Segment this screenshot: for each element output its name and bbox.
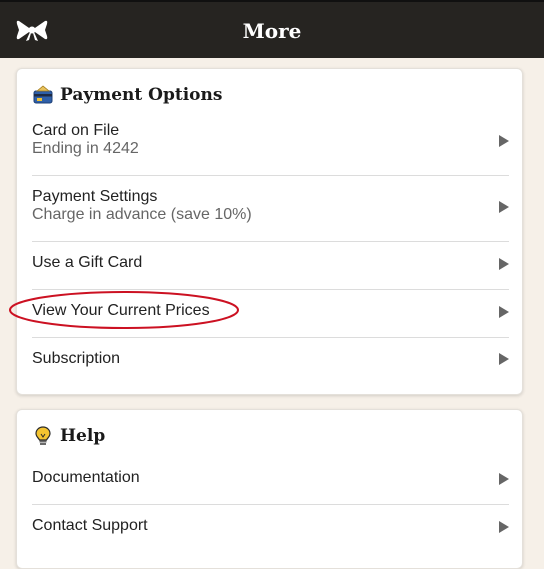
- chevron-right-icon: [499, 135, 509, 147]
- page-title: More: [242, 19, 302, 43]
- card-on-file-sublabel: Ending in 4242: [32, 140, 139, 157]
- gift-card-item[interactable]: Use a Gift Card: [32, 253, 509, 277]
- contact-support-label: Contact Support: [32, 517, 148, 534]
- top-app-bar: More: [0, 0, 544, 58]
- payment-settings-item[interactable]: Payment Settings Charge in advance (save…: [32, 187, 509, 227]
- divider: [32, 337, 509, 338]
- subscription-item[interactable]: Subscription: [32, 349, 509, 373]
- payment-settings-label: Payment Settings: [32, 188, 158, 205]
- view-current-prices-item[interactable]: View Your Current Prices: [32, 301, 509, 325]
- chevron-right-icon: [499, 353, 509, 365]
- divider: [32, 289, 509, 290]
- card-on-file-item[interactable]: Card on File Ending in 4242: [32, 121, 509, 161]
- chevron-right-icon: [499, 201, 509, 213]
- subscription-label: Subscription: [32, 350, 121, 367]
- help-title: Help: [60, 426, 106, 446]
- documentation-label: Documentation: [32, 469, 140, 486]
- contact-support-item[interactable]: Contact Support: [32, 516, 509, 540]
- payment-options-title: Payment Options: [60, 85, 223, 105]
- chevron-right-icon: [499, 258, 509, 270]
- payment-options-card: Payment Options Card on File Ending in 4…: [16, 68, 523, 395]
- credit-card-icon: [33, 85, 53, 104]
- chevron-right-icon: [499, 306, 509, 318]
- payment-settings-sublabel: Charge in advance (save 10%): [32, 206, 252, 223]
- divider: [32, 241, 509, 242]
- view-current-prices-label: View Your Current Prices: [32, 302, 210, 319]
- divider: [32, 504, 509, 505]
- help-card: Help Documentation Contact Support: [16, 409, 523, 569]
- chevron-right-icon: [499, 521, 509, 533]
- help-header: Help: [32, 424, 105, 448]
- card-on-file-label: Card on File: [32, 122, 120, 139]
- chevron-right-icon: [499, 473, 509, 485]
- divider: [32, 175, 509, 176]
- payment-options-header: Payment Options: [32, 83, 222, 107]
- documentation-item[interactable]: Documentation: [32, 468, 509, 492]
- gift-card-label: Use a Gift Card: [32, 254, 143, 271]
- lightbulb-icon: [35, 426, 51, 445]
